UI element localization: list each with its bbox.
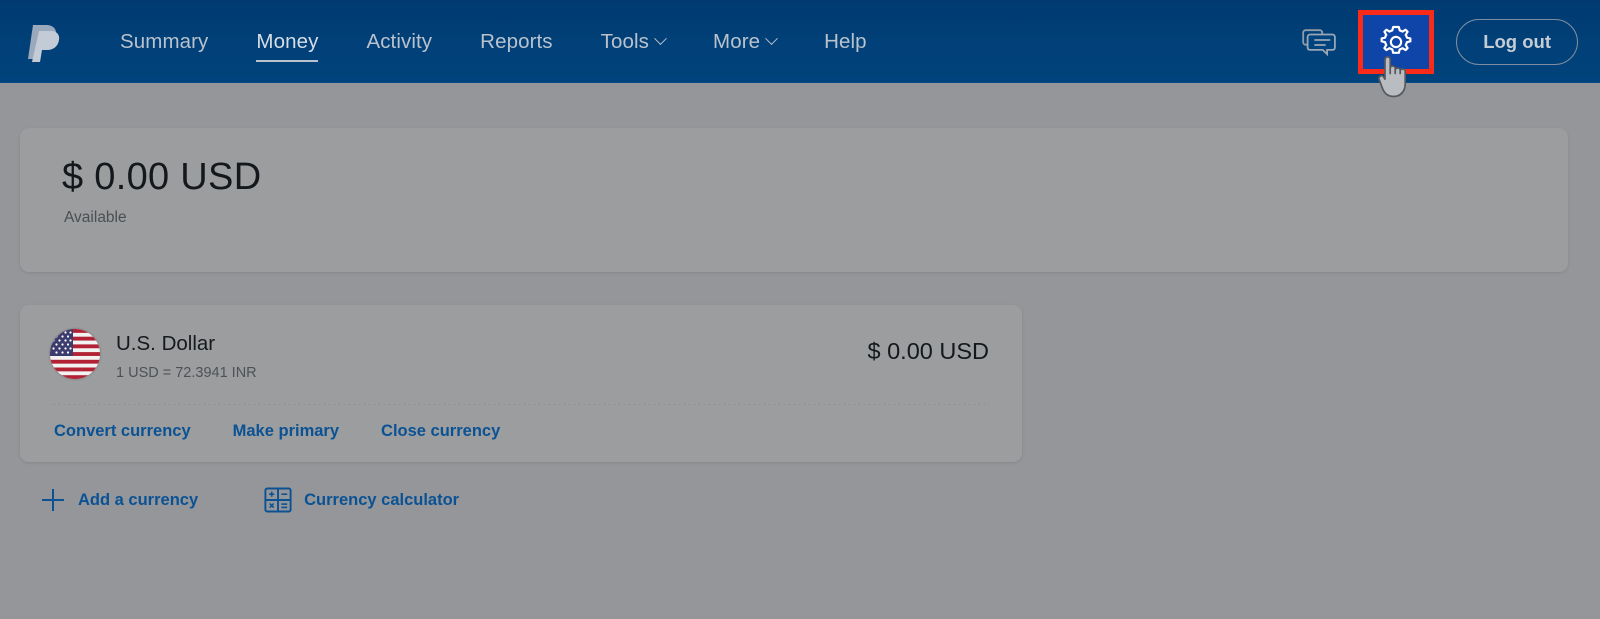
nav-item-more[interactable]: More <box>689 0 800 83</box>
card-divider <box>53 404 989 405</box>
page-root: Summary Money Activity Reports Tools Mor… <box>0 0 1600 619</box>
close-currency-link[interactable]: Close currency <box>381 422 500 441</box>
currency-exchange-rate: 1 USD = 72.3941 INR <box>116 365 257 381</box>
currency-amount: $ 0.00 USD <box>867 338 989 364</box>
gear-icon <box>1380 25 1412 54</box>
make-primary-link[interactable]: Make primary <box>233 422 339 441</box>
nav-item-label: More <box>713 29 761 53</box>
nav-item-money[interactable]: Money <box>232 0 342 83</box>
paypal-logo[interactable] <box>26 21 66 63</box>
nav-item-help[interactable]: Help <box>800 0 891 83</box>
nav-item-summary[interactable]: Summary <box>96 0 232 83</box>
nav-item-label: Activity <box>366 29 433 53</box>
us-flag-icon <box>50 329 100 379</box>
convert-currency-link[interactable]: Convert currency <box>54 422 191 441</box>
add-a-currency-button[interactable]: Add a currency <box>40 487 198 513</box>
nav-item-tools[interactable]: Tools <box>577 0 689 83</box>
currency-calculator-label: Currency calculator <box>304 490 460 509</box>
available-balance-card: $ 0.00 USD Available <box>20 128 1568 272</box>
messages-icon[interactable] <box>1302 27 1336 57</box>
settings-gear-button[interactable] <box>1358 9 1435 74</box>
logout-button[interactable]: Log out <box>1456 18 1578 65</box>
chevron-down-icon <box>765 32 778 46</box>
nav-item-label: Help <box>824 29 867 53</box>
bottom-actions: Add a currency Currency calculator <box>40 486 459 514</box>
site-header: Summary Money Activity Reports Tools Mor… <box>0 0 1600 83</box>
balance-label: Available <box>64 209 127 226</box>
chevron-down-icon <box>654 32 667 46</box>
add-a-currency-label: Add a currency <box>78 490 199 509</box>
main-navigation: Summary Money Activity Reports Tools Mor… <box>96 0 891 83</box>
nav-item-label: Summary <box>120 29 209 53</box>
nav-item-label: Money <box>256 29 319 53</box>
currency-calculator-button[interactable]: Currency calculator <box>264 486 459 514</box>
nav-item-activity[interactable]: Activity <box>342 0 456 83</box>
currency-card: U.S. Dollar 1 USD = 72.3941 INR $ 0.00 U… <box>20 305 1022 462</box>
calculator-icon <box>264 486 292 514</box>
nav-item-label: Tools <box>600 29 650 53</box>
balance-amount: $ 0.00 USD <box>62 156 262 198</box>
currency-name: U.S. Dollar <box>116 332 216 355</box>
nav-item-label: Reports <box>480 29 553 53</box>
header-actions: Log out <box>1302 0 1600 83</box>
currency-actions: Convert currency Make primary Close curr… <box>54 422 542 441</box>
nav-item-reports[interactable]: Reports <box>456 0 576 83</box>
plus-icon <box>40 487 66 513</box>
